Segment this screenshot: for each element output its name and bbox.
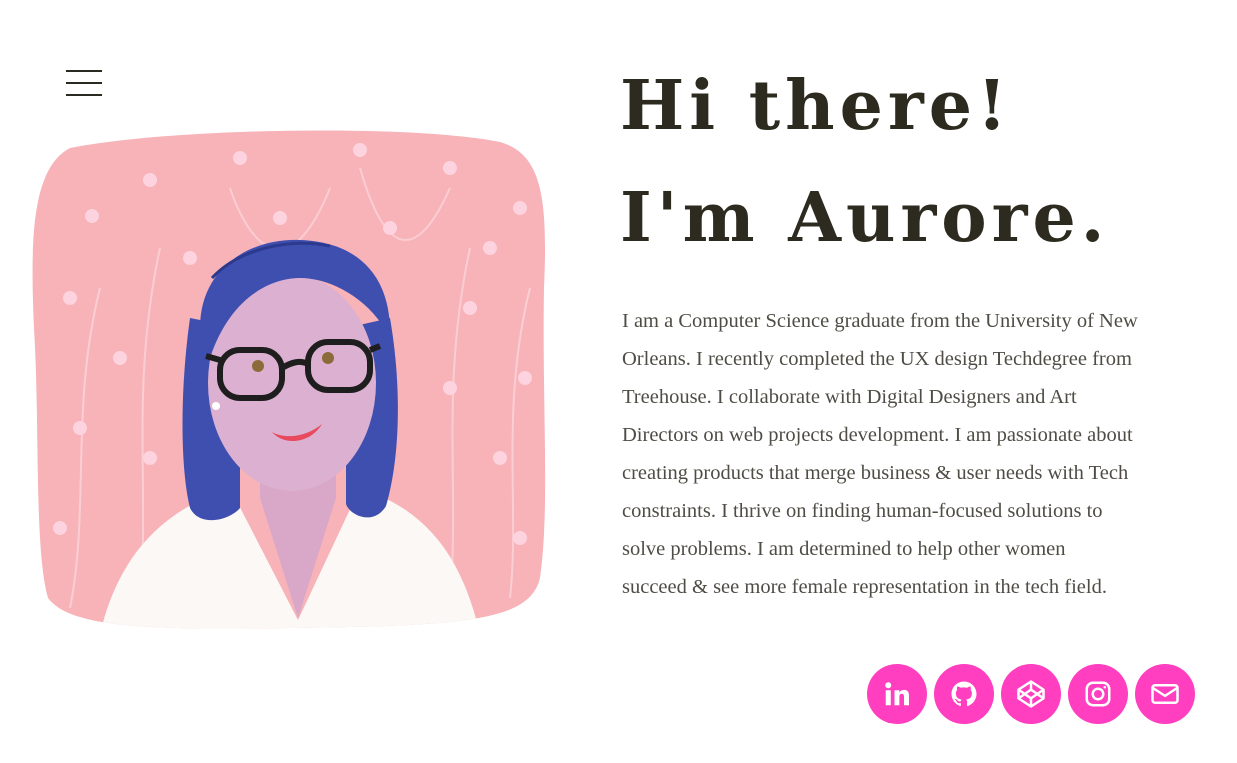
bio-line: Directors on web projects development. I… (622, 424, 1133, 446)
bio-paragraph: I am a Computer Science graduate from th… (622, 302, 1200, 606)
github-link[interactable] (934, 664, 994, 724)
hero-heading: Hi there! I'm Aurore. (620, 50, 1109, 274)
portrait-illustration (32, 130, 546, 629)
bio-line: I am a Computer Science graduate from th… (622, 310, 1138, 332)
instagram-link[interactable] (1068, 664, 1128, 724)
social-links (867, 664, 1195, 724)
email-icon (1151, 684, 1179, 704)
email-link[interactable] (1135, 664, 1195, 724)
bio-line: succeed & see more female representation… (622, 576, 1107, 598)
bio-line: creating products that merge business & … (622, 462, 1129, 484)
codepen-icon (1017, 680, 1045, 708)
hero-line-2: I'm Aurore. (620, 178, 1110, 258)
hero-line-1: Hi there! (620, 66, 1012, 146)
github-icon (951, 681, 977, 707)
hamburger-menu-icon[interactable] (66, 70, 102, 96)
bio-line: Treehouse. I collaborate with Digital De… (622, 386, 1077, 408)
page: Hi there! I'm Aurore. I am a Computer Sc… (0, 0, 1237, 763)
linkedin-icon (885, 682, 909, 706)
linkedin-link[interactable] (867, 664, 927, 724)
bio-line: constraints. I thrive on finding human-f… (622, 500, 1103, 522)
bio-line: Orleans. I recently completed the UX des… (622, 348, 1132, 370)
codepen-link[interactable] (1001, 664, 1061, 724)
bio-line: solve problems. I am determined to help … (622, 538, 1066, 560)
instagram-icon (1085, 681, 1111, 707)
